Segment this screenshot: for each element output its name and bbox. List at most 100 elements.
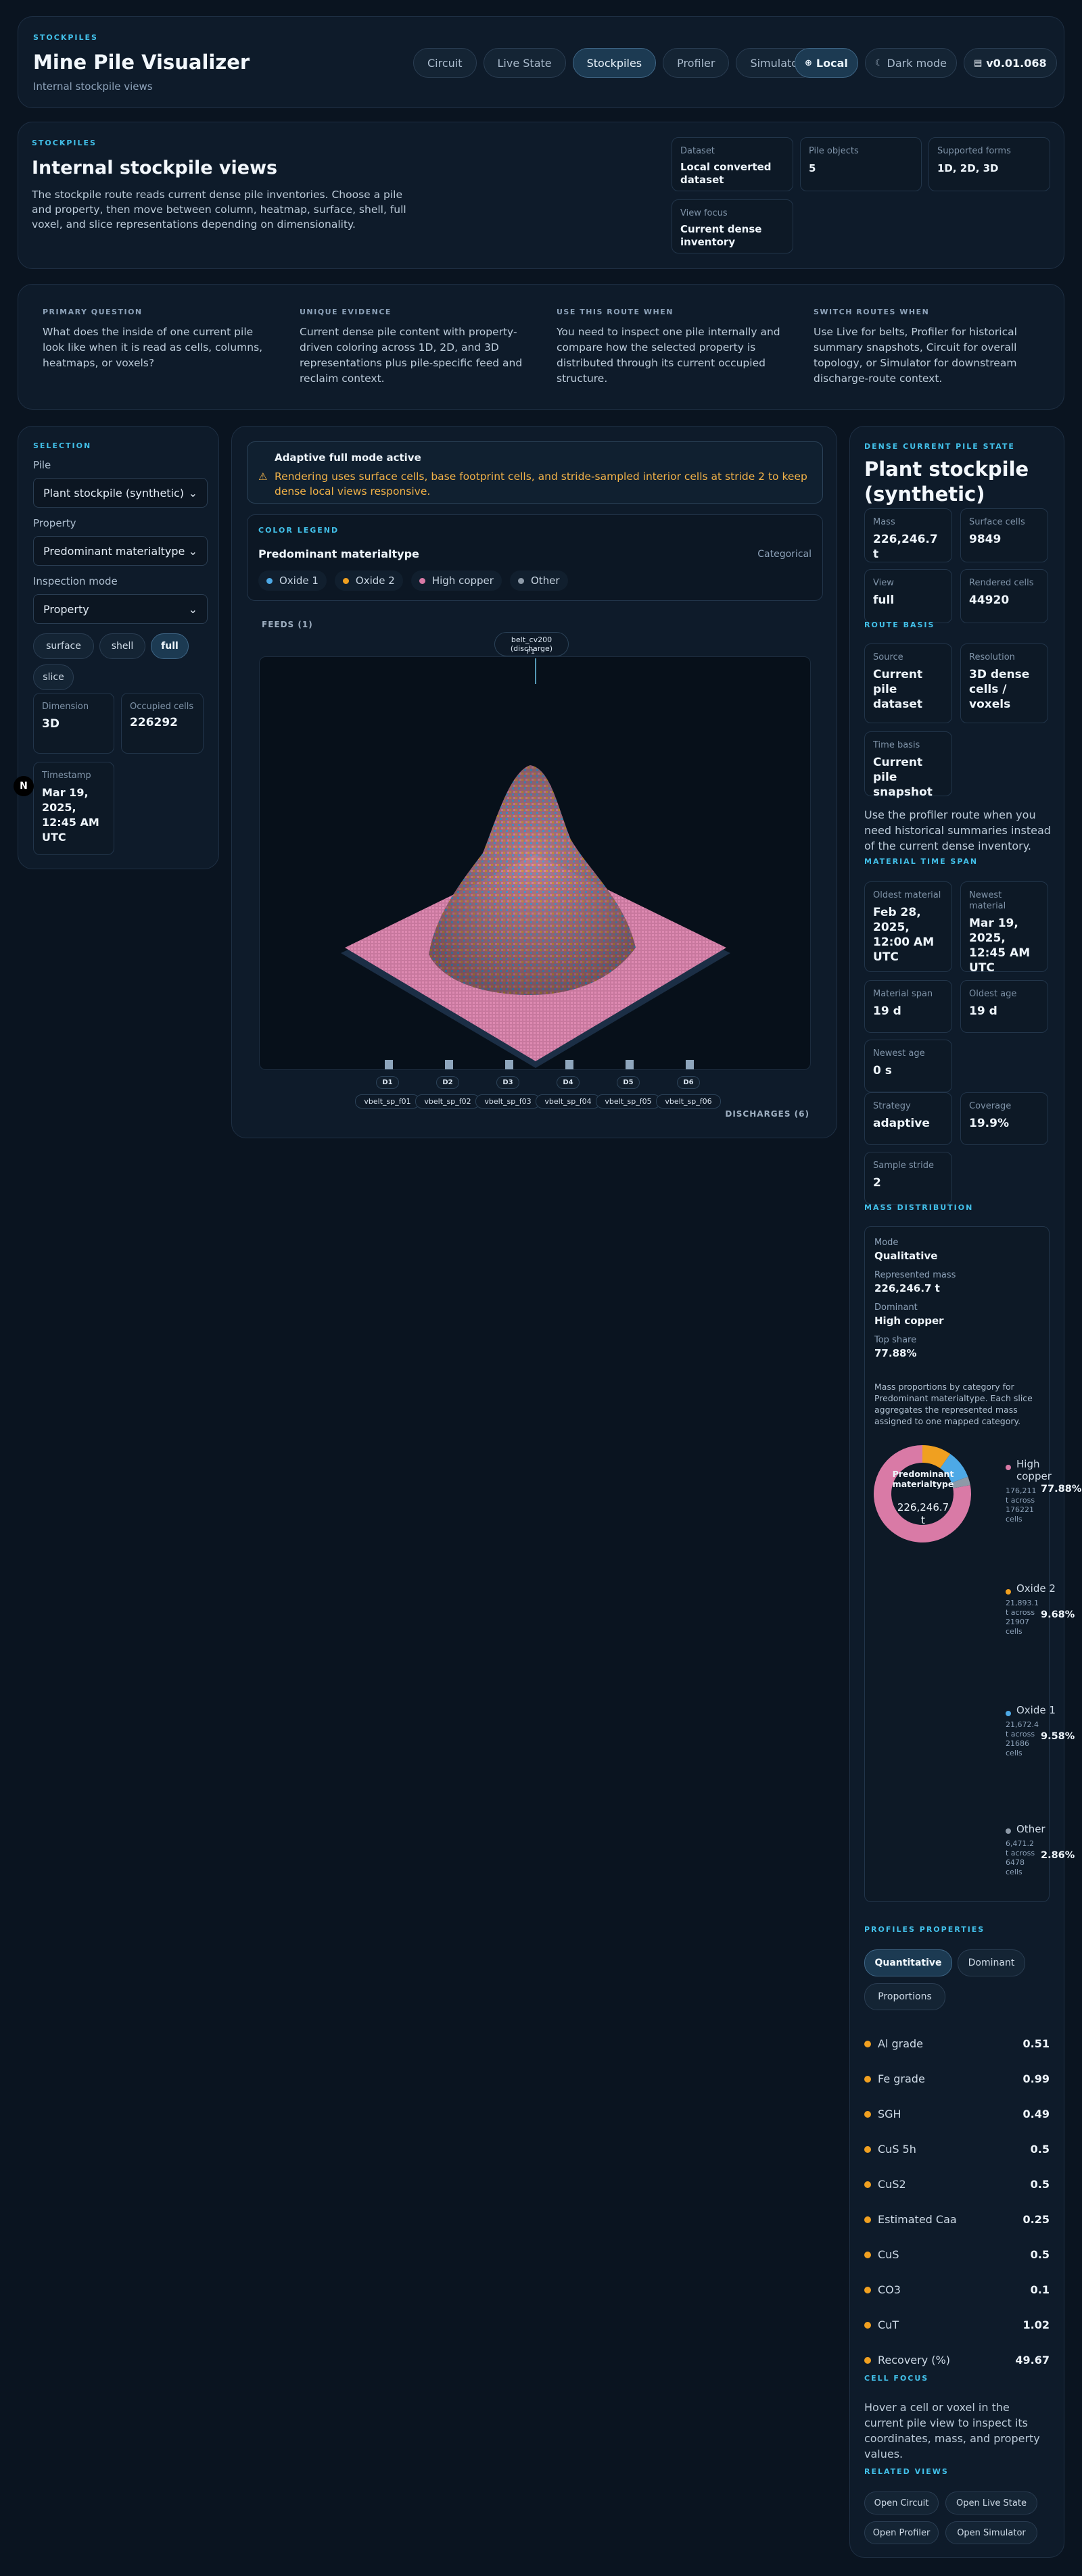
header-eyebrow: STOCKPILES [33, 33, 98, 42]
oldest-age-metric: Oldest age 19 d [960, 980, 1048, 1033]
legend-title: Predominant materialtype [258, 548, 419, 560]
tab-proportions[interactable]: Proportions [864, 1983, 945, 2010]
slice-other: Other 2.86% 6,471.2 t across 6478 cells [1006, 1823, 1075, 1876]
dist-dom: High copper [874, 1315, 944, 1327]
legend-swatch [266, 577, 273, 584]
open-profiler-button[interactable]: Open Profiler [864, 2521, 939, 2544]
slice-swatch [1006, 1589, 1011, 1595]
view-full-button[interactable]: full [151, 633, 189, 659]
prop-row-co3: CO3 0.1 [864, 2283, 1050, 2296]
occupied-cells-metric: Occupied cells 226292 [121, 693, 204, 754]
prop-row-recovery: Recovery (%) 49.67 [864, 2354, 1050, 2366]
discharge-d2[interactable]: D2 vbelt_sp_f02 [415, 1074, 480, 1109]
prop-row-fe-grade: Fe grade 0.99 [864, 2072, 1050, 2085]
surface-cells-metric: Surface cells 9849 [960, 508, 1048, 562]
nav-live-state[interactable]: Live State [483, 48, 566, 78]
discharges-label: DISCHARGES (6) [725, 1109, 809, 1119]
dist-note: Mass proportions by category for Predomi… [874, 1382, 1033, 1426]
view-metric: View full [864, 569, 952, 623]
inspection-mode-label: Inspection mode [33, 575, 118, 587]
tab-dominant[interactable]: Dominant [958, 1949, 1025, 1976]
feed-code: F1 [527, 648, 536, 656]
legend-kind: Categorical [757, 549, 812, 560]
nav-stockpiles[interactable]: Stockpiles [572, 48, 657, 78]
state-eyebrow: DENSE CURRENT PILE STATE [864, 442, 1015, 451]
top-nav: Circuit Live State Stockpiles Profiler S… [413, 48, 817, 78]
dark-mode-label: Dark mode [887, 56, 947, 70]
cell-focus-heading: CELL FOCUS [864, 2374, 929, 2383]
dimension-metric: Dimension 3D [33, 693, 114, 754]
donut-center-title: Predominant materialtype [892, 1469, 954, 1489]
metric-supported-forms: Supported forms 1D, 2D, 3D [928, 137, 1050, 191]
chevron-down-icon: ⌄ [188, 544, 197, 558]
slice-oxide-2: Oxide 2 9.68% 21,893.1 t across 21907 ce… [1006, 1582, 1075, 1636]
dist-mode-label: Mode [874, 1238, 899, 1248]
property-select[interactable]: Predominant materialtype ⌄ [33, 536, 208, 566]
legend-item-oxide-1: Oxide 1 [258, 570, 327, 591]
view-shell-button[interactable]: shell [99, 633, 145, 659]
inspection-mode-select[interactable]: Property ⌄ [33, 594, 208, 624]
metric-dataset: Dataset Local converted dataset [672, 137, 793, 191]
viewer-panel: Adaptive full mode active ⚠ Rendering us… [231, 426, 837, 1138]
slice-oxide-1: Oxide 1 9.58% 21,672.4 t across 21686 ce… [1006, 1704, 1075, 1757]
info-unique-evidence: UNIQUE EVIDENCE Current dense pile conte… [300, 308, 523, 385]
pile-select[interactable]: Plant stockpile (synthetic) ⌄ [33, 478, 208, 508]
info-primary-question: PRIMARY QUESTION What does the inside of… [43, 308, 263, 369]
property-label: Property [33, 517, 76, 529]
metric-pile-objects: Pile objects 5 [800, 137, 922, 191]
donut-center-value: 226,246.7 t [897, 1501, 949, 1526]
mass-distribution-heading: MASS DISTRIBUTION [864, 1203, 974, 1212]
legend-items: Oxide 1 Oxide 2 High copper Other [258, 570, 568, 591]
prop-row-sgh: SGH 0.49 [864, 2108, 1050, 2120]
dist-rep: 226,246.7 t [874, 1282, 940, 1294]
color-legend: COLOR LEGEND Predominant materialtype Ca… [247, 514, 823, 601]
open-circuit-button[interactable]: Open Circuit [864, 2492, 939, 2514]
discharge-d1[interactable]: D1 vbelt_sp_f01 [355, 1074, 420, 1109]
pile-select-value: Plant stockpile (synthetic) [43, 486, 185, 500]
local-toggle[interactable]: ⊕ Local [795, 48, 858, 78]
version-label: v0.01.068 [986, 56, 1047, 70]
discharge-d4[interactable]: D4 vbelt_sp_f04 [536, 1074, 601, 1109]
app-header: STOCKPILES Mine Pile Visualizer Internal… [18, 16, 1064, 108]
nav-circuit[interactable]: Circuit [413, 48, 477, 78]
app-title: Mine Pile Visualizer [33, 51, 250, 74]
legend-swatch [342, 577, 349, 584]
discharge-d5[interactable]: D5 vbelt_sp_f05 [596, 1074, 661, 1109]
nav-profiler[interactable]: Profiler [663, 48, 730, 78]
strategy-metric: Strategy adaptive [864, 1092, 952, 1145]
intro-eyebrow: STOCKPILES [32, 139, 97, 147]
version-badge: ▤ v0.01.068 [963, 48, 1057, 78]
profiles-heading: PROFILES PROPERTIES [864, 1925, 985, 1934]
slice-high-copper: High copper 77.88% 176,211 t across 1762… [1006, 1458, 1082, 1524]
prop-row-cut: CuT 1.02 [864, 2318, 1050, 2331]
route-note: Use the profiler route when you need his… [864, 808, 1051, 852]
dist-top: 77.88% [874, 1347, 917, 1359]
intro-description: The stockpile route reads current dense … [32, 189, 406, 230]
warning-icon: ⚠ [258, 470, 268, 483]
n-badge[interactable]: N [14, 776, 34, 796]
open-live-state-button[interactable]: Open Live State [945, 2492, 1037, 2514]
tab-quantitative[interactable]: Quantitative [864, 1949, 952, 1976]
dark-mode-toggle[interactable]: ☾ Dark mode [864, 48, 957, 78]
mass-distribution-card: Mode Qualitative Represented mass 226,24… [864, 1226, 1081, 1902]
pile-3d-view[interactable] [259, 656, 811, 1070]
material-span-heading: MATERIAL TIME SPAN [864, 857, 979, 866]
pile-voxel-render [341, 658, 730, 1069]
discharge-d3[interactable]: D3 vbelt_sp_f03 [475, 1074, 540, 1109]
state-title: Plant stockpile (synthetic) [864, 458, 1029, 506]
legend-item-other: Other [509, 570, 568, 591]
intro-panel: STOCKPILES Internal stockpile views The … [18, 122, 1064, 269]
material-span-metric: Material span 19 d [864, 980, 952, 1033]
metric-view-focus: View focus Current dense inventory [672, 199, 793, 253]
discharge-d6[interactable]: D6 vbelt_sp_f06 [656, 1074, 721, 1109]
view-slice-button[interactable]: slice [33, 664, 74, 690]
newest-age-metric: Newest age 0 s [864, 1040, 952, 1092]
route-info-panel: PRIMARY QUESTION What does the inside of… [18, 284, 1064, 410]
open-simulator-button[interactable]: Open Simulator [945, 2521, 1037, 2544]
dist-top-label: Top share [874, 1335, 917, 1345]
header-actions: ⊕ Local ☾ Dark mode ▤ v0.01.068 [795, 48, 1057, 78]
view-surface-button[interactable]: surface [33, 633, 94, 659]
coverage-metric: Coverage 19.9% [960, 1092, 1048, 1145]
chevron-down-icon: ⌄ [188, 486, 197, 500]
mass-metric: Mass 226,246.7 t [864, 508, 952, 562]
